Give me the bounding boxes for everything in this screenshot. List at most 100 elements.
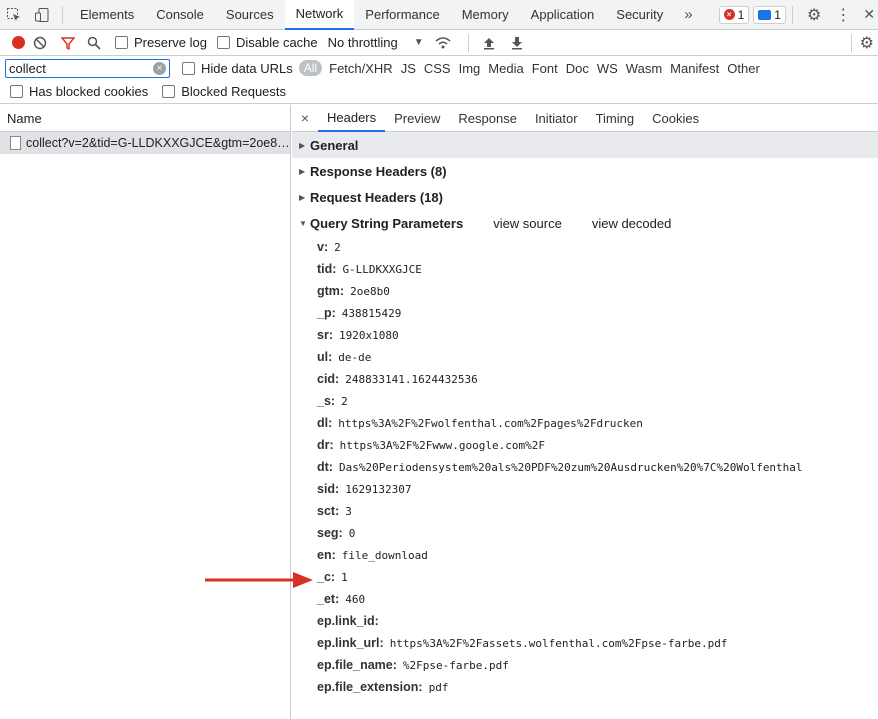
checkbox[interactable] — [115, 36, 128, 49]
details-tab-initiator[interactable]: Initiator — [526, 105, 587, 132]
query-param-row: seg: 0 — [292, 522, 878, 544]
export-har-icon[interactable] — [511, 36, 523, 50]
view-source-link[interactable]: view source — [493, 216, 562, 231]
import-har-icon[interactable] — [483, 36, 495, 50]
query-param-row: v: 2 — [292, 236, 878, 258]
type-filter-font[interactable]: Font — [528, 61, 562, 76]
param-key: sct: — [317, 504, 340, 518]
chevron-down-icon: ▼ — [413, 37, 424, 48]
tab-application[interactable]: Application — [520, 0, 606, 30]
param-value: 1920x1080 — [338, 328, 399, 342]
message-icon — [758, 9, 772, 20]
param-key: ep.link_id: — [317, 614, 379, 628]
type-filter-fetchxhr[interactable]: Fetch/XHR — [325, 61, 397, 76]
type-filter-img[interactable]: Img — [455, 61, 485, 76]
checkbox[interactable] — [10, 85, 23, 98]
param-key: _s: — [317, 394, 336, 408]
view-decoded-link[interactable]: view decoded — [592, 216, 672, 231]
record-button[interactable] — [12, 36, 25, 49]
param-value: 3 — [345, 504, 352, 518]
type-filter-js[interactable]: JS — [397, 61, 420, 76]
has-blocked-cookies-checkbox[interactable]: Has blocked cookies — [10, 84, 148, 99]
type-filter-other[interactable]: Other — [723, 61, 764, 76]
tab-performance[interactable]: Performance — [354, 0, 450, 30]
details-tab-response[interactable]: Response — [449, 105, 526, 132]
message-count-badge[interactable]: 1 — [753, 5, 786, 24]
more-tabs-icon[interactable]: » — [674, 6, 702, 23]
hide-data-urls-checkbox[interactable]: Hide data URLs — [182, 61, 293, 76]
param-key: ul: — [317, 350, 333, 364]
disable-cache-checkbox[interactable]: Disable cache — [216, 35, 318, 50]
response-headers-section[interactable]: ▶ Response Headers (8) — [292, 158, 878, 184]
general-section[interactable]: ▶ General — [292, 132, 878, 158]
details-tab-preview[interactable]: Preview — [385, 105, 449, 132]
kebab-menu-icon[interactable]: ⋮ — [835, 5, 851, 25]
tab-security[interactable]: Security — [605, 0, 674, 30]
param-value: 0 — [348, 526, 356, 540]
type-filter-css[interactable]: CSS — [420, 61, 455, 76]
request-headers-section[interactable]: ▶ Request Headers (18) — [292, 184, 878, 210]
close-details-icon[interactable]: × — [292, 110, 318, 126]
param-key: sr: — [317, 328, 333, 342]
param-value: Das%20Periodensystem%20als%20PDF%20zum%2… — [338, 460, 803, 474]
param-key: gtm: — [317, 284, 345, 298]
query-string-parameters-section[interactable]: ▼ Query String Parameters view source vi… — [292, 210, 878, 236]
network-settings-gear-icon[interactable]: ⚙ — [860, 33, 874, 53]
tab-elements[interactable]: Elements — [69, 0, 145, 30]
close-devtools-icon[interactable]: ✕ — [863, 6, 875, 23]
device-toolbar-icon[interactable] — [28, 0, 56, 30]
tab-sources[interactable]: Sources — [215, 0, 285, 30]
type-filter-doc[interactable]: Doc — [562, 61, 593, 76]
blocked-requests-checkbox[interactable]: Blocked Requests — [162, 84, 286, 99]
clear-icon[interactable] — [33, 36, 47, 50]
throttling-select[interactable]: No throttling ▼ — [328, 35, 424, 50]
param-value: 1629132307 — [345, 482, 412, 496]
query-param-row: _et: 460 — [292, 588, 878, 610]
param-key: cid: — [317, 372, 340, 386]
tab-console[interactable]: Console — [145, 0, 215, 30]
request-row[interactable]: collect?v=2&tid=G-LLDKXXGJCE&gtm=2oe8… — [0, 132, 290, 154]
type-filter-ws[interactable]: WS — [593, 61, 622, 76]
filter-input[interactable]: collect × — [5, 58, 170, 78]
query-param-row: dt: Das%20Periodensystem%20als%20PDF%20zu… — [292, 456, 878, 478]
query-param-row: ep.link_url: https%3A%2F%2Fassets.wolfent… — [292, 632, 878, 654]
details-tab-headers[interactable]: Headers — [318, 105, 386, 132]
inspect-element-icon[interactable] — [0, 0, 28, 30]
param-key: ep.file_name: — [317, 658, 397, 672]
checkbox[interactable] — [162, 85, 176, 98]
error-count-badge[interactable]: × 1 — [718, 5, 750, 24]
query-param-row: ep.file_extension: pdf — [292, 676, 878, 698]
details-tab-timing[interactable]: Timing — [587, 105, 644, 132]
filter-icon[interactable] — [61, 36, 75, 50]
param-key: en: — [317, 548, 336, 562]
tab-network[interactable]: Network — [284, 0, 355, 30]
clear-filter-icon[interactable]: × — [153, 61, 166, 75]
tab-memory[interactable]: Memory — [451, 0, 520, 30]
type-filter-manifest[interactable]: Manifest — [666, 61, 723, 76]
param-value: https%3A%2F%2Fwww.google.com%2F — [339, 438, 545, 452]
param-value: 2 — [341, 394, 348, 408]
checkbox[interactable] — [182, 61, 195, 75]
error-icon: × — [723, 9, 735, 20]
name-column-header[interactable]: Name — [0, 105, 290, 132]
query-param-row: gtm: 2oe8b0 — [292, 280, 878, 302]
expand-triangle-icon: ▶ — [299, 140, 306, 150]
param-value: %2Fpse-farbe.pdf — [402, 658, 509, 672]
filter-bar: collect × Hide data URLs All Fetch/XHR JS C… — [0, 56, 878, 80]
search-icon[interactable] — [87, 36, 101, 50]
param-key: _c: — [317, 570, 336, 584]
type-filter-all[interactable]: All — [298, 60, 323, 76]
preserve-log-checkbox[interactable]: Preserve log — [115, 35, 207, 50]
query-param-row: en: file_download — [292, 544, 878, 566]
param-value: 1 — [341, 570, 348, 584]
query-param-row: dl: https%3A%2F%2Fwolfenthal.com%2Fpages%… — [292, 412, 878, 434]
settings-gear-icon[interactable]: ⚙ — [807, 5, 821, 25]
param-value: de-de — [338, 350, 372, 364]
network-conditions-icon[interactable] — [434, 36, 452, 50]
param-key: v: — [317, 240, 329, 254]
type-filter-media[interactable]: Media — [484, 61, 527, 76]
type-filter-wasm[interactable]: Wasm — [622, 61, 666, 76]
details-tab-bar: × Headers Preview Response Initiator Timing C… — [292, 105, 878, 132]
checkbox[interactable] — [216, 36, 230, 49]
details-tab-cookies[interactable]: Cookies — [643, 105, 708, 132]
